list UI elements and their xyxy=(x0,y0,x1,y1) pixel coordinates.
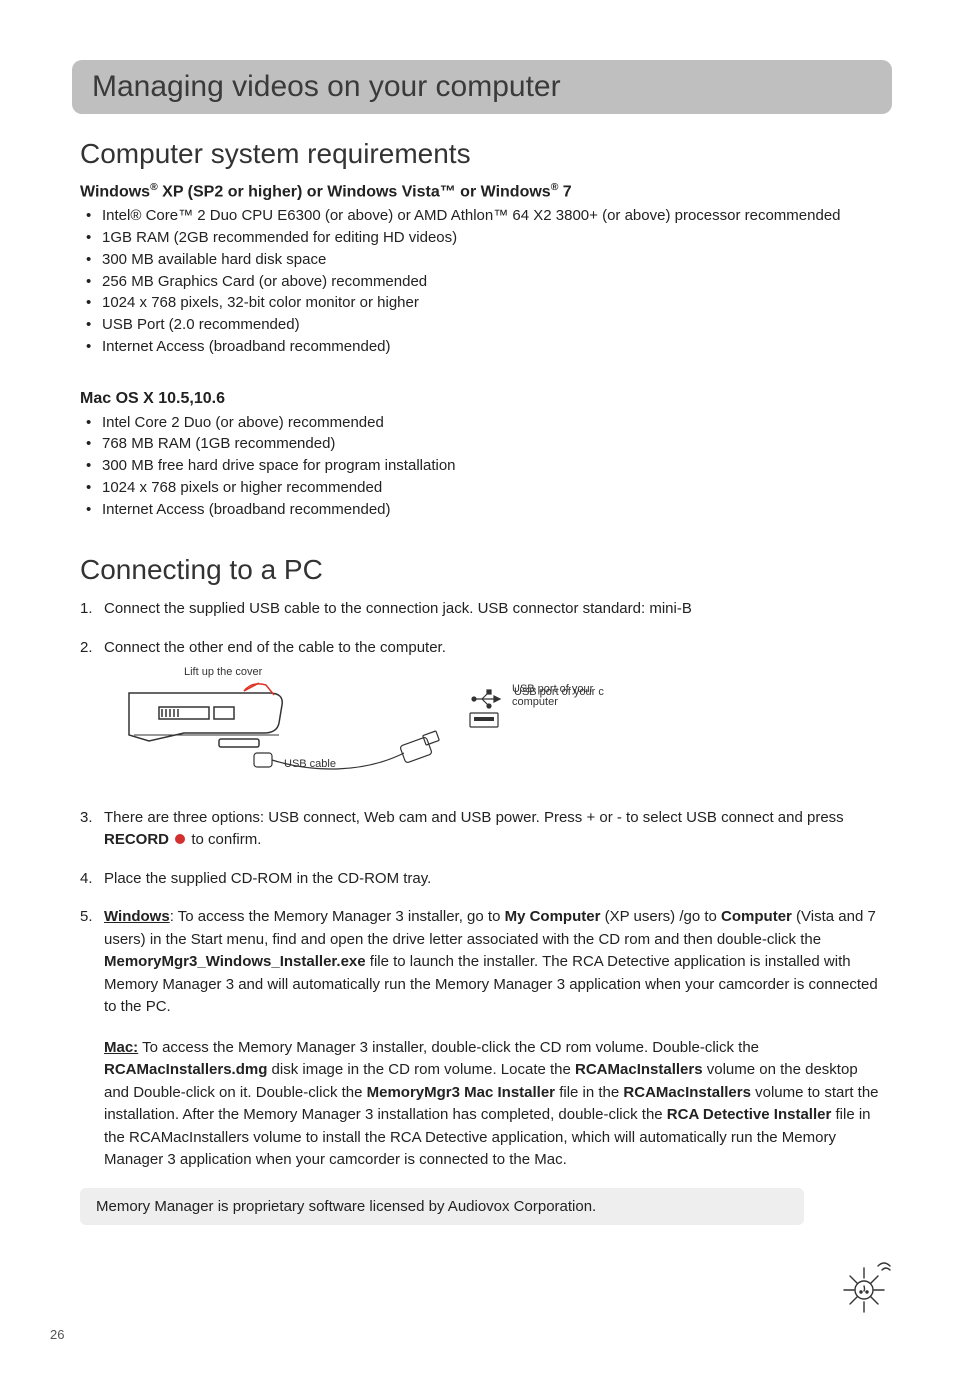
reg-mark: ® xyxy=(150,182,158,193)
list-item: 1024 x 768 pixels or higher recommended xyxy=(102,477,884,499)
s5wb1: My Computer xyxy=(505,908,601,925)
step2-text: Connect the other end of the cable to th… xyxy=(104,639,446,656)
label-usb-cable: USB cable xyxy=(284,758,336,770)
s5mb5: RCA Detective Installer xyxy=(667,1106,832,1123)
list-item: Intel Core 2 Duo (or above) recommended xyxy=(102,412,884,434)
s5mb3: MemoryMgr3 Mac Installer xyxy=(367,1084,555,1101)
page-number: 26 xyxy=(50,1327,64,1342)
step-4: Place the supplied CD-ROM in the CD-ROM … xyxy=(80,868,884,891)
step3-record: RECORD xyxy=(104,831,169,848)
s5m2: disk image in the CD rom volume. Locate … xyxy=(267,1061,575,1078)
step5-mac: Mac: To access the Memory Manager 3 inst… xyxy=(104,1037,884,1172)
step5-windows: Windows: To access the Memory Manager 3 … xyxy=(104,906,884,1019)
windows-bullets: Intel® Core™ 2 Duo CPU E6300 (or above) … xyxy=(80,205,884,357)
s5w2: (XP users) /go to xyxy=(600,908,721,925)
note-text: Memory Manager is proprietary software l… xyxy=(96,1198,596,1215)
s5wb3: MemoryMgr3_Windows_Installer.exe xyxy=(104,953,366,970)
win-h-p3: 7 xyxy=(558,183,571,200)
list-item: Internet Access (broadband recommended) xyxy=(102,336,884,358)
step5-win-label: Windows xyxy=(104,908,170,925)
mac-heading: Mac OS X 10.5,10.6 xyxy=(80,390,884,408)
step3-post: to confirm. xyxy=(187,831,261,848)
record-dot-icon xyxy=(175,834,185,844)
win-h-p1: Windows xyxy=(80,183,150,200)
s5mb4: RCAMacInstallers xyxy=(623,1084,751,1101)
step1-text: Connect the supplied USB cable to the co… xyxy=(104,600,692,617)
title-text: Managing videos on your computer xyxy=(92,70,872,104)
list-item: Internet Access (broadband recommended) xyxy=(102,499,884,521)
s5m1: To access the Memory Manager 3 installer… xyxy=(138,1039,759,1056)
label-lift-cover: Lift up the cover xyxy=(184,666,263,678)
step4-text: Place the supplied CD-ROM in the CD-ROM … xyxy=(104,870,431,887)
list-item: 300 MB available hard disk space xyxy=(102,249,884,271)
steps-list: Connect the supplied USB cable to the co… xyxy=(80,598,884,1172)
label-usb-port-text: USB port of your computer xyxy=(512,683,602,709)
step3-pre: There are three options: USB connect, We… xyxy=(104,809,844,826)
win-h-p2: XP (SP2 or higher) or Windows Vista™ or … xyxy=(158,183,551,200)
connection-diagram: Lift up the cover xyxy=(124,663,884,791)
list-item: 1GB RAM (2GB recommended for editing HD … xyxy=(102,227,884,249)
step-5: Windows: To access the Memory Manager 3 … xyxy=(80,906,884,1172)
list-item: Intel® Core™ 2 Duo CPU E6300 (or above) … xyxy=(102,205,884,227)
mac-bullets: Intel Core 2 Duo (or above) recommended … xyxy=(80,412,884,521)
step-1: Connect the supplied USB cable to the co… xyxy=(80,598,884,621)
step-3: There are three options: USB connect, We… xyxy=(80,807,884,852)
sun-icon xyxy=(834,1256,894,1316)
s5mb2: RCAMacInstallers xyxy=(575,1061,703,1078)
diagram-svg: Lift up the cover xyxy=(124,663,604,783)
title-band: Managing videos on your computer xyxy=(72,60,892,114)
windows-heading: Windows® XP (SP2 or higher) or Windows V… xyxy=(80,182,884,201)
list-item: 768 MB RAM (1GB recommended) xyxy=(102,433,884,455)
list-item: 300 MB free hard drive space for program… xyxy=(102,455,884,477)
section-heading-requirements: Computer system requirements xyxy=(80,138,884,170)
step-2: Connect the other end of the cable to th… xyxy=(80,637,884,791)
s5mb1: RCAMacInstallers.dmg xyxy=(104,1061,267,1078)
s5m4: file in the xyxy=(555,1084,623,1101)
list-item: 256 MB Graphics Card (or above) recommen… xyxy=(102,271,884,293)
step5-mac-label: Mac: xyxy=(104,1039,138,1056)
list-item: USB Port (2.0 recommended) xyxy=(102,314,884,336)
section-heading-connecting: Connecting to a PC xyxy=(80,554,884,586)
page-root: Managing videos on your computer Compute… xyxy=(0,0,954,1374)
list-item: 1024 x 768 pixels, 32-bit color monitor … xyxy=(102,292,884,314)
s5w1: : To access the Memory Manager 3 install… xyxy=(170,908,505,925)
s5wb2: Computer xyxy=(721,908,792,925)
note-box: Memory Manager is proprietary software l… xyxy=(80,1188,804,1225)
